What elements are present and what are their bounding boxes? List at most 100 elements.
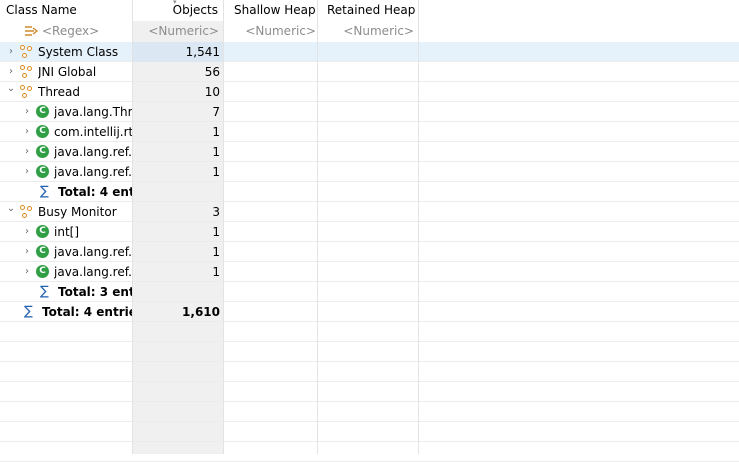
objects-value: 1 bbox=[212, 225, 220, 239]
column-divider bbox=[132, 0, 133, 454]
heap-histogram-table: Class Name ▾ Objects Shallow Heap Retain… bbox=[0, 0, 739, 462]
gc-root-icon bbox=[20, 85, 34, 99]
collapse-arrow-icon[interactable]: › bbox=[22, 104, 32, 120]
objects-cell: 1,541 bbox=[133, 42, 223, 62]
objects-value: 1,541 bbox=[185, 45, 220, 59]
row-label: java.lang.ref.F bbox=[54, 265, 133, 279]
filter-row: <Regex> <Numeric> <Numeric> <Numeric> bbox=[0, 21, 739, 43]
objects-value: 1 bbox=[212, 245, 220, 259]
row-label: java.lang.ref.F bbox=[54, 145, 133, 159]
table-row[interactable]: 1,541 › System Class bbox=[0, 42, 739, 62]
objects-value: 1 bbox=[212, 125, 220, 139]
collapse-arrow-icon[interactable]: › bbox=[22, 244, 32, 260]
table-row[interactable]: 3 ⌄ Busy Monitor bbox=[0, 202, 739, 222]
shallow-heap-filter-input[interactable]: <Numeric> bbox=[224, 21, 316, 42]
row-label: java.lang.ref.F bbox=[54, 165, 133, 179]
collapse-arrow-icon[interactable]: › bbox=[6, 64, 16, 80]
class-icon: C bbox=[36, 165, 49, 178]
empty-row bbox=[0, 402, 739, 422]
objects-cell bbox=[133, 282, 223, 302]
row-label: com.intellij.rt. bbox=[54, 125, 133, 139]
objects-cell bbox=[133, 382, 223, 402]
sum-icon: ∑ bbox=[24, 304, 33, 319]
sum-icon: ∑ bbox=[40, 184, 49, 199]
row-label: Busy Monitor bbox=[38, 205, 117, 219]
objects-cell: 1 bbox=[133, 262, 223, 282]
table-row[interactable]: 1,610 ∑ Total: 4 entries bbox=[0, 302, 739, 322]
collapse-arrow-icon[interactable]: › bbox=[22, 144, 32, 160]
objects-value: 1 bbox=[212, 145, 220, 159]
table-row[interactable]: ∑ Total: 3 entr bbox=[0, 282, 739, 302]
column-header-class-name[interactable]: Class Name bbox=[6, 0, 132, 21]
table-row[interactable]: 7 › Cjava.lang.Thre bbox=[0, 102, 739, 122]
table-row[interactable]: 10 ⌄ Thread bbox=[0, 82, 739, 102]
objects-cell: 56 bbox=[133, 62, 223, 82]
objects-value: 1 bbox=[212, 265, 220, 279]
empty-row bbox=[0, 382, 739, 402]
empty-row bbox=[0, 422, 739, 442]
objects-cell: 1 bbox=[133, 162, 223, 182]
objects-cell: 1 bbox=[133, 242, 223, 262]
gc-root-icon bbox=[20, 205, 34, 219]
class-icon: C bbox=[36, 245, 49, 258]
table-header: Class Name ▾ Objects Shallow Heap Retain… bbox=[0, 0, 739, 21]
objects-value: 1,610 bbox=[182, 305, 220, 319]
table-row[interactable]: ∑ Total: 4 entri bbox=[0, 182, 739, 202]
class-icon: C bbox=[36, 225, 49, 238]
retained-heap-filter-input[interactable]: <Numeric> bbox=[318, 21, 414, 42]
objects-cell bbox=[133, 422, 223, 442]
column-divider bbox=[418, 0, 419, 454]
row-label: JNI Global bbox=[38, 65, 97, 79]
regex-filter-icon bbox=[24, 25, 39, 37]
objects-cell bbox=[133, 182, 223, 202]
table-row[interactable]: 56 › JNI Global bbox=[0, 62, 739, 82]
row-label: java.lang.Thre bbox=[54, 105, 133, 119]
expand-arrow-icon[interactable]: ⌄ bbox=[6, 201, 16, 217]
objects-cell bbox=[133, 442, 223, 462]
collapse-arrow-icon[interactable]: › bbox=[22, 164, 32, 180]
objects-cell bbox=[133, 342, 223, 362]
column-header-retained-heap[interactable]: Retained Heap bbox=[327, 0, 417, 21]
objects-cell bbox=[133, 402, 223, 422]
collapse-arrow-icon[interactable]: › bbox=[22, 264, 32, 280]
objects-cell: 1,610 bbox=[133, 302, 223, 322]
table-row[interactable]: 1 › Ccom.intellij.rt. bbox=[0, 122, 739, 142]
collapse-arrow-icon[interactable]: › bbox=[22, 224, 32, 240]
row-label: System Class bbox=[38, 45, 119, 59]
gc-root-icon bbox=[20, 45, 34, 59]
row-label: Thread bbox=[38, 85, 80, 99]
collapse-arrow-icon[interactable]: › bbox=[22, 124, 32, 140]
collapse-arrow-icon[interactable]: › bbox=[6, 44, 16, 60]
column-header-objects[interactable]: Objects bbox=[133, 0, 218, 21]
column-divider bbox=[223, 0, 224, 454]
column-header-shallow-heap[interactable]: Shallow Heap bbox=[234, 0, 317, 21]
table-row[interactable]: 1 › Cjava.lang.ref.F bbox=[0, 142, 739, 162]
empty-row bbox=[0, 342, 739, 362]
objects-value: 3 bbox=[212, 205, 220, 219]
column-divider bbox=[317, 0, 318, 454]
objects-value: 10 bbox=[204, 85, 220, 99]
objects-cell: 1 bbox=[133, 222, 223, 242]
class-icon: C bbox=[36, 145, 49, 158]
table-row[interactable]: 1 › Cint[] bbox=[0, 222, 739, 242]
row-label: Total: 3 entr bbox=[58, 285, 133, 299]
row-label: Total: 4 entri bbox=[58, 185, 133, 199]
objects-cell: 1 bbox=[133, 142, 223, 162]
expand-arrow-icon[interactable]: ⌄ bbox=[6, 81, 16, 97]
gc-root-icon bbox=[20, 65, 34, 79]
sum-icon: ∑ bbox=[40, 284, 49, 299]
objects-cell bbox=[133, 362, 223, 382]
table-row[interactable]: 1 › Cjava.lang.ref.F bbox=[0, 262, 739, 282]
table-row[interactable]: 1 › Cjava.lang.ref.F bbox=[0, 162, 739, 182]
table-row[interactable]: 1 › Cjava.lang.ref.F bbox=[0, 242, 739, 262]
objects-cell: 1 bbox=[133, 122, 223, 142]
empty-row bbox=[0, 322, 739, 342]
class-name-filter-input[interactable]: <Regex> bbox=[42, 21, 132, 42]
objects-filter-input[interactable]: <Numeric> bbox=[133, 21, 219, 42]
class-icon: C bbox=[36, 265, 49, 278]
empty-row bbox=[0, 362, 739, 382]
objects-value: 7 bbox=[212, 105, 220, 119]
class-icon: C bbox=[36, 125, 49, 138]
empty-row bbox=[0, 442, 739, 462]
class-icon: C bbox=[36, 105, 49, 118]
